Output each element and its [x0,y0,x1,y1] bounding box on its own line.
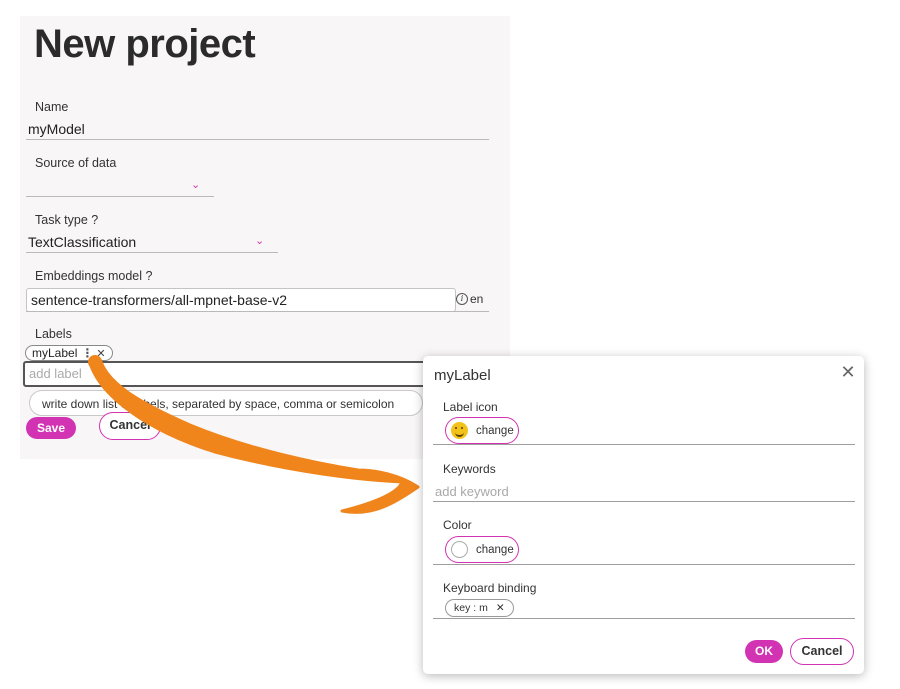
label-settings-dialog: myLabel ✕ Label icon change Keywords add… [423,356,864,674]
vertical-dots-icon[interactable]: ⋮ [81,346,93,360]
smiley-emoji-icon [451,422,468,439]
ok-button[interactable]: OK [745,640,783,663]
color-label: Color [443,518,472,532]
keyboard-underline [433,618,855,619]
label-icon-change: change [476,424,514,437]
chevron-down-icon[interactable]: ⌄ [255,234,264,247]
key-binding-value: key : m [454,602,488,614]
label-icon-underline [433,444,855,445]
source-label: Source of data [35,156,117,170]
label-icon-picker[interactable]: change [445,417,519,444]
label-chip[interactable]: myLabel ⋮ ✕ [25,345,113,361]
dialog-cancel-button[interactable]: Cancel [790,638,854,665]
keywords-label: Keywords [443,462,496,476]
name-field[interactable]: myModel [28,121,85,137]
close-icon[interactable]: ✕ [839,363,857,381]
keywords-underline [433,501,855,502]
embeddings-input[interactable]: sentence-transformers/all-mpnet-base-v2 [26,288,456,312]
color-change: change [476,543,514,556]
keyboard-binding-label: Keyboard binding [443,581,537,595]
embeddings-language[interactable]: i en [456,292,483,306]
name-label: Name [35,100,69,114]
embeddings-help[interactable]: ? [146,269,153,283]
info-icon[interactable]: i [456,293,468,305]
embeddings-underline [26,311,489,312]
label-icon-label: Label icon [443,400,498,414]
save-button[interactable]: Save [26,417,76,439]
labels-hint: write down list of labels, separated by … [29,390,423,416]
color-swatch-icon [451,541,468,558]
keywords-input[interactable]: add keyword [435,484,509,499]
chevron-down-icon[interactable]: ⌄ [191,178,200,191]
name-underline [26,139,489,140]
dialog-title: myLabel [434,367,491,384]
cancel-button[interactable]: Cancel [99,412,161,440]
source-underline [26,196,214,197]
task-label: Task type ? [35,213,99,227]
key-binding-chip[interactable]: key : m ✕ [445,599,514,617]
page-title: New project [34,22,256,66]
task-select[interactable]: TextClassification [28,234,136,250]
task-underline [26,252,278,253]
x-icon[interactable]: ✕ [496,602,505,614]
x-icon[interactable]: ✕ [96,347,105,360]
language-code: en [470,292,484,306]
embeddings-label: Embeddings model ? [35,269,153,283]
labels-label: Labels [35,327,72,341]
color-underline [433,564,855,565]
color-picker[interactable]: change [445,536,519,563]
task-help[interactable]: ? [91,213,98,227]
add-label-input[interactable]: add label [23,361,435,387]
source-select[interactable] [28,177,208,195]
chip-label: myLabel [32,346,78,360]
